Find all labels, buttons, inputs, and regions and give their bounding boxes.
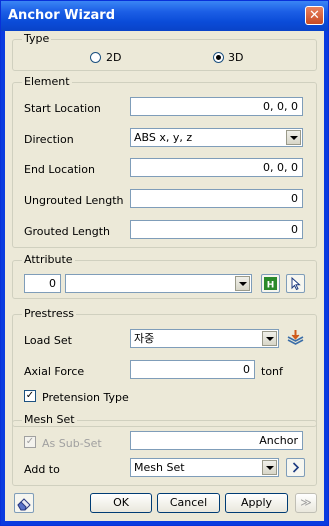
mesh-set-group: Mesh Set ✓ As Sub-Set Anchor Add to Mesh… [12, 413, 317, 486]
mesh-name-field[interactable]: Anchor [130, 431, 303, 450]
radio-3d-label: 3D [228, 51, 244, 64]
type-legend: Type [22, 32, 52, 45]
load-set-label: Load Set [24, 334, 72, 347]
end-location-field[interactable]: 0, 0, 0 [130, 158, 303, 177]
add-to-select[interactable]: Mesh Set [130, 458, 279, 477]
radio-2d-label: 2D [106, 51, 122, 64]
mesh-set-legend: Mesh Set [22, 413, 77, 426]
dialog-body: Type 2D 3D Element Start Location 0, 0, … [5, 31, 324, 521]
axial-force-unit: tonf [261, 365, 283, 378]
load-set-select[interactable]: 자중 [130, 329, 279, 348]
cursor-arrow-icon [291, 276, 301, 291]
axial-force-field[interactable]: 0 [130, 360, 255, 379]
svg-text:H: H [267, 281, 275, 291]
attribute-color-button[interactable]: H [261, 274, 280, 293]
as-sub-set-checkbox[interactable]: ✓ [24, 436, 36, 448]
more-button[interactable]: ≫ [295, 493, 317, 513]
end-location-label: End Location [24, 163, 95, 176]
attribute-group: Attribute 0 H [12, 253, 317, 299]
window-title: Anchor Wizard [8, 8, 115, 23]
load-set-manager-button[interactable] [286, 328, 305, 347]
grouted-length-label: Grouted Length [24, 225, 111, 238]
pretension-label: Pretension Type [42, 391, 129, 404]
close-icon: ✕ [309, 8, 320, 23]
load-set-value: 자중 [134, 332, 155, 345]
grouted-length-field[interactable]: 0 [130, 220, 303, 239]
eraser-icon [17, 498, 31, 511]
ungrouted-length-field[interactable]: 0 [130, 189, 303, 208]
prestress-legend: Prestress [22, 307, 77, 320]
select-pick-button[interactable] [286, 274, 305, 293]
direction-value: ABS x, y, z [134, 131, 193, 144]
element-legend: Element [22, 75, 72, 88]
axial-force-label: Axial Force [24, 365, 85, 378]
attribute-select[interactable] [65, 274, 252, 293]
chevron-down-icon [262, 331, 277, 346]
radio-2d[interactable] [90, 52, 101, 63]
direction-label: Direction [24, 133, 74, 146]
eraser-button[interactable] [14, 493, 34, 513]
add-to-value: Mesh Set [134, 461, 185, 474]
title-bar: Anchor Wizard ✕ [1, 1, 328, 31]
element-group: Element Start Location 0, 0, 0 Direction… [12, 75, 317, 248]
pretension-checkbox[interactable]: ✓ [24, 390, 36, 402]
cancel-button[interactable]: Cancel [157, 493, 220, 513]
chevron-down-icon [262, 460, 277, 475]
property-color-icon: H [264, 277, 277, 291]
chevron-down-icon [286, 130, 301, 145]
apply-button[interactable]: Apply [225, 493, 288, 513]
start-location-field[interactable]: 0, 0, 0 [130, 97, 303, 116]
anchor-wizard-window: Anchor Wizard ✕ Type 2D 3D Element Start… [0, 0, 329, 526]
start-location-label: Start Location [24, 102, 101, 115]
load-layers-icon [287, 330, 304, 345]
as-sub-set-label: As Sub-Set [42, 437, 102, 450]
chevron-right-icon [292, 462, 300, 473]
ungrouted-length-label: Ungrouted Length [24, 194, 124, 207]
attribute-id-field[interactable]: 0 [24, 274, 61, 293]
direction-select[interactable]: ABS x, y, z [130, 128, 303, 147]
close-button[interactable]: ✕ [305, 6, 324, 25]
prestress-group: Prestress Load Set 자중 Axial Force 0 tonf… [12, 307, 317, 427]
attribute-legend: Attribute [22, 253, 75, 266]
add-to-label: Add to [24, 463, 60, 476]
radio-3d[interactable] [213, 52, 224, 63]
chevron-down-icon [235, 276, 250, 291]
type-group: Type 2D 3D [12, 32, 317, 71]
ok-button[interactable]: OK [90, 493, 152, 513]
add-to-expand-button[interactable] [286, 458, 305, 477]
